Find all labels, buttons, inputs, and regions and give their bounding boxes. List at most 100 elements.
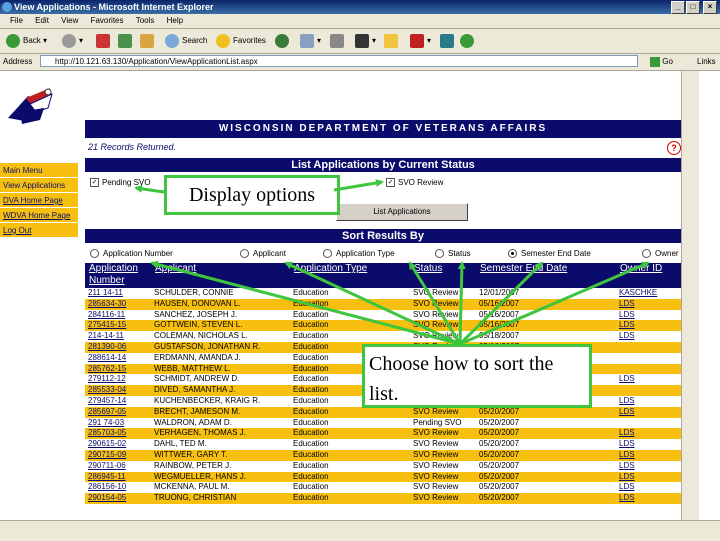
- cell-owner-id[interactable]: [616, 417, 681, 429]
- list-applications-button[interactable]: List Applications: [336, 203, 468, 221]
- cell-application-number[interactable]: 275415-15: [85, 320, 151, 332]
- sidebar-item-dva-home[interactable]: DVA Home Page: [0, 193, 78, 208]
- go-button[interactable]: Go: [650, 55, 690, 68]
- sort-radio-application-type[interactable]: Application Type: [323, 249, 395, 259]
- column-header-semester-end-date[interactable]: Semester End Date: [476, 263, 616, 288]
- back-button[interactable]: Back ▾: [6, 33, 47, 49]
- edit-button[interactable]: ▾: [355, 33, 376, 49]
- cell-application-number[interactable]: 285634-30: [85, 298, 151, 310]
- sidebar-item-main-menu[interactable]: Main Menu: [0, 163, 78, 178]
- forward-button[interactable]: ▾: [62, 33, 83, 49]
- cell-application-number[interactable]: 286156-10: [85, 482, 151, 494]
- favorites-button[interactable]: Favorites: [216, 33, 266, 49]
- column-header-application-type[interactable]: Application Type: [290, 263, 410, 288]
- cell-applicant: GOTTWEIN, STEVEN L.: [151, 320, 290, 332]
- sort-radio-application-number[interactable]: Application Number: [90, 249, 173, 259]
- cell-owner-id[interactable]: LDS: [616, 460, 681, 472]
- address-input[interactable]: http://10.121.63.130/Application/ViewApp…: [40, 55, 638, 67]
- vertical-scrollbar[interactable]: [681, 71, 700, 520]
- cell-owner-id[interactable]: LDS: [616, 298, 681, 310]
- cell-application-number[interactable]: 279457-14: [85, 395, 151, 407]
- sidebar-item-wdva-home[interactable]: WDVA Home Page: [0, 208, 78, 223]
- help-icon[interactable]: ?: [667, 141, 681, 155]
- svo-review-checkbox[interactable]: ✓ SVO Review: [386, 178, 443, 188]
- column-header-applicant[interactable]: Applicant: [151, 263, 290, 288]
- cell-application-number[interactable]: 290154-05: [85, 493, 151, 504]
- cell-owner-id[interactable]: KASCHKE: [616, 288, 681, 299]
- menu-view[interactable]: View: [61, 16, 78, 25]
- radio-mark: [642, 249, 651, 259]
- history-button[interactable]: [275, 33, 292, 49]
- cell-applicant: HAUSEN, DONOVAN L.: [151, 298, 290, 310]
- favorites-star-icon: [216, 33, 230, 48]
- cell-owner-id[interactable]: LDS: [616, 320, 681, 332]
- menu-file[interactable]: File: [10, 16, 23, 25]
- cell-application-number[interactable]: 284116-11: [85, 309, 151, 321]
- table-row: 284116-11 SANCHEZ, JOSEPH J. Education SVO …: [85, 309, 681, 321]
- cell-owner-id[interactable]: LDS: [616, 493, 681, 504]
- cell-application-number[interactable]: 285533-04: [85, 385, 151, 396]
- home-button[interactable]: [140, 33, 157, 49]
- cell-application-number[interactable]: 214-14-11: [85, 331, 151, 342]
- cell-owner-id[interactable]: LDS: [616, 449, 681, 461]
- cell-status: SVO Review: [410, 493, 476, 504]
- cell-owner-id[interactable]: LDS: [616, 428, 681, 440]
- column-header-status[interactable]: Status: [410, 263, 476, 288]
- menu-favorites[interactable]: Favorites: [91, 16, 124, 25]
- column-header-application-number[interactable]: Application Number: [85, 263, 151, 288]
- cell-application-number[interactable]: 211 14-11: [85, 288, 151, 299]
- sort-radio-semester-end-date[interactable]: Semester End Date: [508, 249, 591, 259]
- sort-radio-applicant[interactable]: Applicant: [240, 249, 286, 259]
- cell-owner-id[interactable]: [616, 341, 681, 353]
- cell-owner-id[interactable]: [616, 363, 681, 375]
- sidebar-item-log-out[interactable]: Log Out: [0, 223, 78, 238]
- cell-application-number[interactable]: 290615-02: [85, 439, 151, 450]
- cell-owner-id[interactable]: LDS: [616, 309, 681, 321]
- cell-application-number[interactable]: 279112-12: [85, 374, 151, 386]
- links-button[interactable]: Links: [697, 57, 716, 66]
- sidebar-item-view-applications[interactable]: View Applications: [0, 178, 78, 193]
- cell-application-number[interactable]: 285762-15: [85, 363, 151, 375]
- messenger-button[interactable]: [460, 33, 477, 49]
- stop-button[interactable]: [96, 33, 113, 49]
- cell-application-number[interactable]: 291 74-03: [85, 417, 151, 429]
- sort-radio-owner[interactable]: Owner: [642, 249, 679, 259]
- cell-owner-id[interactable]: [616, 352, 681, 364]
- mail-button[interactable]: ▾: [300, 33, 321, 49]
- print-button[interactable]: [330, 33, 347, 49]
- maximize-button[interactable]: □: [686, 1, 700, 14]
- close-button[interactable]: ×: [703, 1, 717, 14]
- sort-radio-status[interactable]: Status: [435, 249, 471, 259]
- cell-owner-id[interactable]: LDS: [616, 439, 681, 450]
- cell-application-number[interactable]: 285703-05: [85, 428, 151, 440]
- refresh-button[interactable]: [118, 33, 135, 49]
- column-header-owner-id[interactable]: Owner ID: [616, 263, 681, 288]
- flag-button[interactable]: ▾: [410, 33, 431, 49]
- pending-svo-checkbox[interactable]: ✓ Pending SVO: [90, 178, 150, 188]
- cell-application-number[interactable]: 288614-14: [85, 352, 151, 364]
- table-row: 286156-10 MCKENNA, PAUL M. Education SVO Re…: [85, 482, 681, 494]
- cell-owner-id[interactable]: LDS: [616, 482, 681, 494]
- cell-owner-id[interactable]: LDS: [616, 471, 681, 483]
- cell-application-type: Education: [290, 309, 410, 321]
- checkbox-mark: ✓: [386, 178, 395, 188]
- cell-owner-id[interactable]: LDS: [616, 406, 681, 418]
- menu-tools[interactable]: Tools: [136, 16, 155, 25]
- cell-application-type: Education: [290, 439, 410, 450]
- discuss-button[interactable]: [440, 33, 457, 49]
- minimize-button[interactable]: _: [671, 1, 685, 14]
- menu-help[interactable]: Help: [167, 16, 183, 25]
- cell-owner-id[interactable]: [616, 385, 681, 396]
- cell-application-number[interactable]: 285697-05: [85, 406, 151, 418]
- search-button[interactable]: Search: [165, 33, 207, 49]
- cell-application-number[interactable]: 290715-09: [85, 449, 151, 461]
- cell-application-number[interactable]: 286945-11: [85, 471, 151, 483]
- table-row: 290154-05 TRUONG, CHRISTIAN Education SVO R…: [85, 493, 681, 504]
- cell-owner-id[interactable]: LDS: [616, 395, 681, 407]
- cell-application-number[interactable]: 281390-06: [85, 341, 151, 353]
- folder-button[interactable]: [384, 33, 401, 49]
- cell-application-number[interactable]: 290711-06: [85, 460, 151, 472]
- menu-edit[interactable]: Edit: [35, 16, 49, 25]
- cell-owner-id[interactable]: LDS: [616, 331, 681, 342]
- cell-owner-id[interactable]: LDS: [616, 374, 681, 386]
